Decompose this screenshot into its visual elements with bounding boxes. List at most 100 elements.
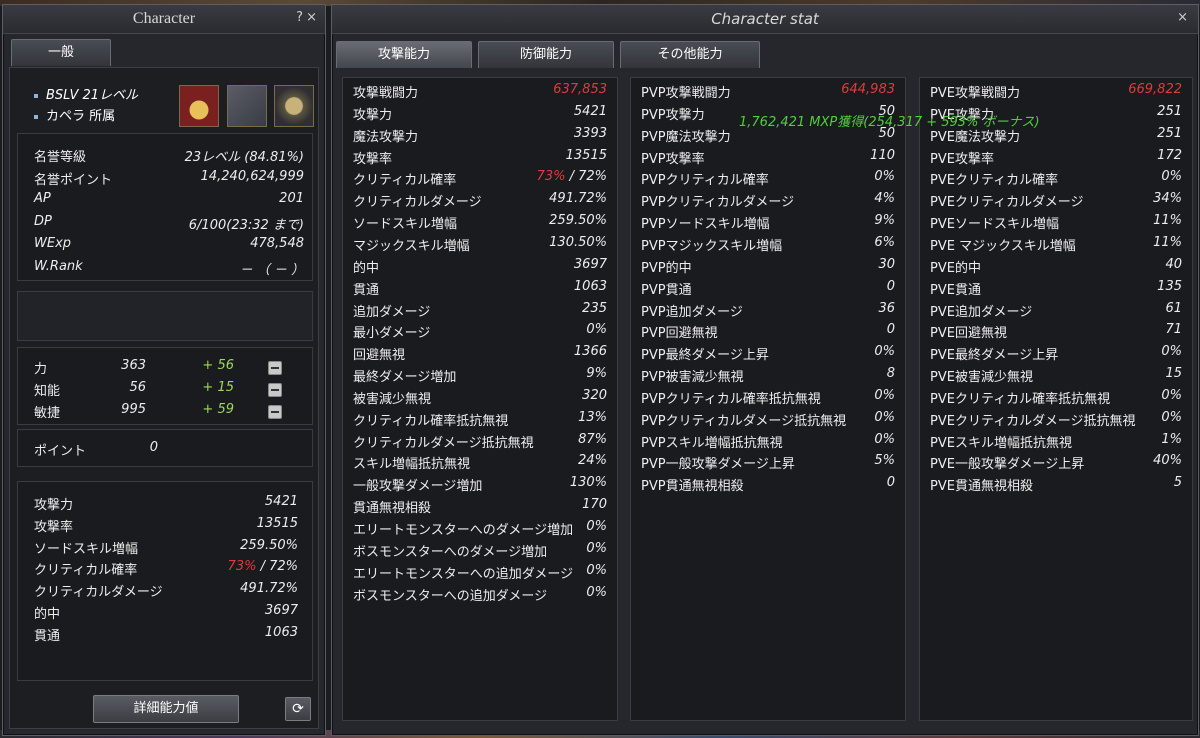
stat-label: マジックスキル増幅 [353,238,470,254]
stat-value: 15 [1165,366,1182,382]
stat-label: PVP最終ダメージ上昇 [641,348,769,364]
stat-row: PVEクリティカルダメージ抵抗無視 0% [930,410,1182,430]
stat-row: スキル増幅抵抗無視 24% [353,453,607,473]
stat-row: エリートモンスターへのダメージ増加 0% [353,519,607,539]
stat-value: 0% [1161,344,1182,360]
stat-value: 3393 [573,125,607,141]
stat-label: PVE貫通 [930,282,981,298]
stat-row: 最終ダメージ増加 9% [353,366,607,386]
stat-label: PVPクリティカルダメージ抵抗無視 [641,413,847,429]
stat-row: 攻撃率 13515 [353,148,607,168]
stat-row: PVE攻撃戦闘力 669,822 [930,82,1182,102]
attribute-label: 敏捷 [34,406,61,421]
stat-label: PVP貫通無視相殺 [641,479,744,495]
stat-label: PVE追加ダメージ [930,304,1033,320]
stat-value: 0 [886,278,895,294]
tab-general[interactable]: 一般 [11,39,111,66]
stat-label: 貫通 [353,282,380,298]
stat-value: 5421 [573,103,607,119]
stat-label: スキル増幅抵抗無視 [353,457,471,473]
attack-stats-column: 攻撃戦闘力 637,853 攻撃力 5421 魔法攻撃力 3393 攻撃率 13515 クリティ… [342,77,618,721]
stat-label: PVPスキル増幅抵抗無視 [641,435,783,451]
stat-label: クリティカルダメージ抵抗無視 [353,435,534,451]
stat-label: 貫通 [34,628,61,644]
tab-attack[interactable]: 攻撃能力 [336,41,472,68]
stat-label: クリティカルダメージ [353,195,482,211]
help-icon[interactable]: ? [296,10,303,25]
stat-value: 11% [1153,234,1182,250]
stat-row: PVEクリティカル確率 0% [930,169,1182,189]
summary-row: 攻撃率 13515 [34,516,298,536]
close-icon[interactable]: × [1177,10,1188,25]
stat-value: 24% [578,453,607,469]
stat-value: 5 [1173,475,1182,491]
stat-value: 13% [578,409,607,425]
stat-value: 0% [1161,169,1182,185]
tab-defense[interactable]: 防御能力 [478,41,614,68]
stat-value: 3697 [573,256,607,272]
stat-row: PVEソードスキル増幅 11% [930,213,1182,233]
stat-label: 名誉ポイント [34,172,113,188]
stat-row: ソードスキル増幅 259.50% [353,213,607,233]
stat-value: － （ － ） [239,262,304,278]
stat-row: 魔法攻撃力 3393 [353,126,607,146]
stat-value: 6/100(23:32 まで) [188,217,304,233]
stat-value: 0 [886,475,895,491]
stat-value: 0 [886,322,895,338]
stat-label: PVEソードスキル増幅 [930,217,1059,233]
refresh-icon[interactable]: ⟳ [285,697,311,721]
stat-titlebar[interactable]: Character stat × [332,5,1198,34]
stat-value: 40 [1165,256,1182,272]
stat-label: PVEクリティカル確率 [930,173,1059,189]
summary-row: 貫通 1063 [34,625,298,645]
close-icon[interactable]: × [306,10,317,25]
rank-star-icon[interactable] [179,85,219,127]
stat-label: PVP魔法攻撃力 [641,129,731,145]
stat-row: PVPクリティカルダメージ 4% [641,191,895,211]
stat-label: PVP攻撃戦闘力 [641,86,731,101]
stat-label: PVE一般攻撃ダメージ上昇 [930,457,1085,473]
stat-label: DP [34,213,52,229]
stat-label: PVE被害減少無視 [930,370,1033,386]
empty-box [17,291,313,341]
stat-label: PVE的中 [930,260,981,276]
stat-label: PVPマジックスキル増幅 [641,238,783,254]
stat-row: 回避無視 1366 [353,344,607,364]
detail-stats-button[interactable]: 詳細能力値 [93,695,239,723]
stat-label: ソードスキル増幅 [353,217,458,233]
bullet-icon [34,93,38,98]
stat-label: PVE貫通無視相殺 [930,479,1033,495]
stat-value: 30 [878,256,895,272]
summary-row: クリティカル確率 73% / 72% [34,559,298,579]
stat-row: 最小ダメージ 0% [353,322,607,342]
attribute-base: 363 [121,358,146,373]
attribute-label: 力 [34,362,48,377]
stat-value: 1063 [573,278,607,294]
crossed-swords-icon[interactable] [227,85,267,127]
attribute-bonus: + 15 [202,380,234,395]
emblem-icon[interactable] [274,85,314,127]
stat-value: 9% [874,213,895,229]
decrease-attribute-button[interactable] [268,405,282,419]
stat-value: 6% [874,234,895,250]
decrease-attribute-button[interactable] [268,361,282,375]
stat-value: 669,822 [1128,82,1182,97]
stat-label: PVEクリティカルダメージ [930,195,1084,211]
stat-row: PVP攻撃戦闘力 644,983 [641,82,895,102]
stat-row: クリティカル確率 73% / 72% [353,169,607,189]
stat-row: PVPクリティカル確率抵抗無視 0% [641,388,895,408]
stat-row: PVE貫通無視相殺 5 [930,475,1182,495]
tab-other[interactable]: その他能力 [620,41,760,68]
stat-label: 攻撃力 [353,107,393,123]
stat-label: 攻撃率 [353,151,393,167]
mxp-gain-message: 1,762,421 MXP獲得(254,317 + 593% ボーナス) [739,115,1040,130]
stat-label: 回避無視 [353,348,406,364]
stat-row: PVE攻撃率 172 [930,148,1182,168]
stat-row: ボスモンスターへのダメージ増加 0% [353,541,607,561]
character-titlebar[interactable]: Character ? × [3,5,325,34]
stat-value: 259.50% [240,537,298,553]
stat-label: PVP一般攻撃ダメージ上昇 [641,457,795,473]
stat-value: 61 [1165,300,1182,316]
stat-value: 11% [1153,213,1182,229]
decrease-attribute-button[interactable] [268,383,282,397]
